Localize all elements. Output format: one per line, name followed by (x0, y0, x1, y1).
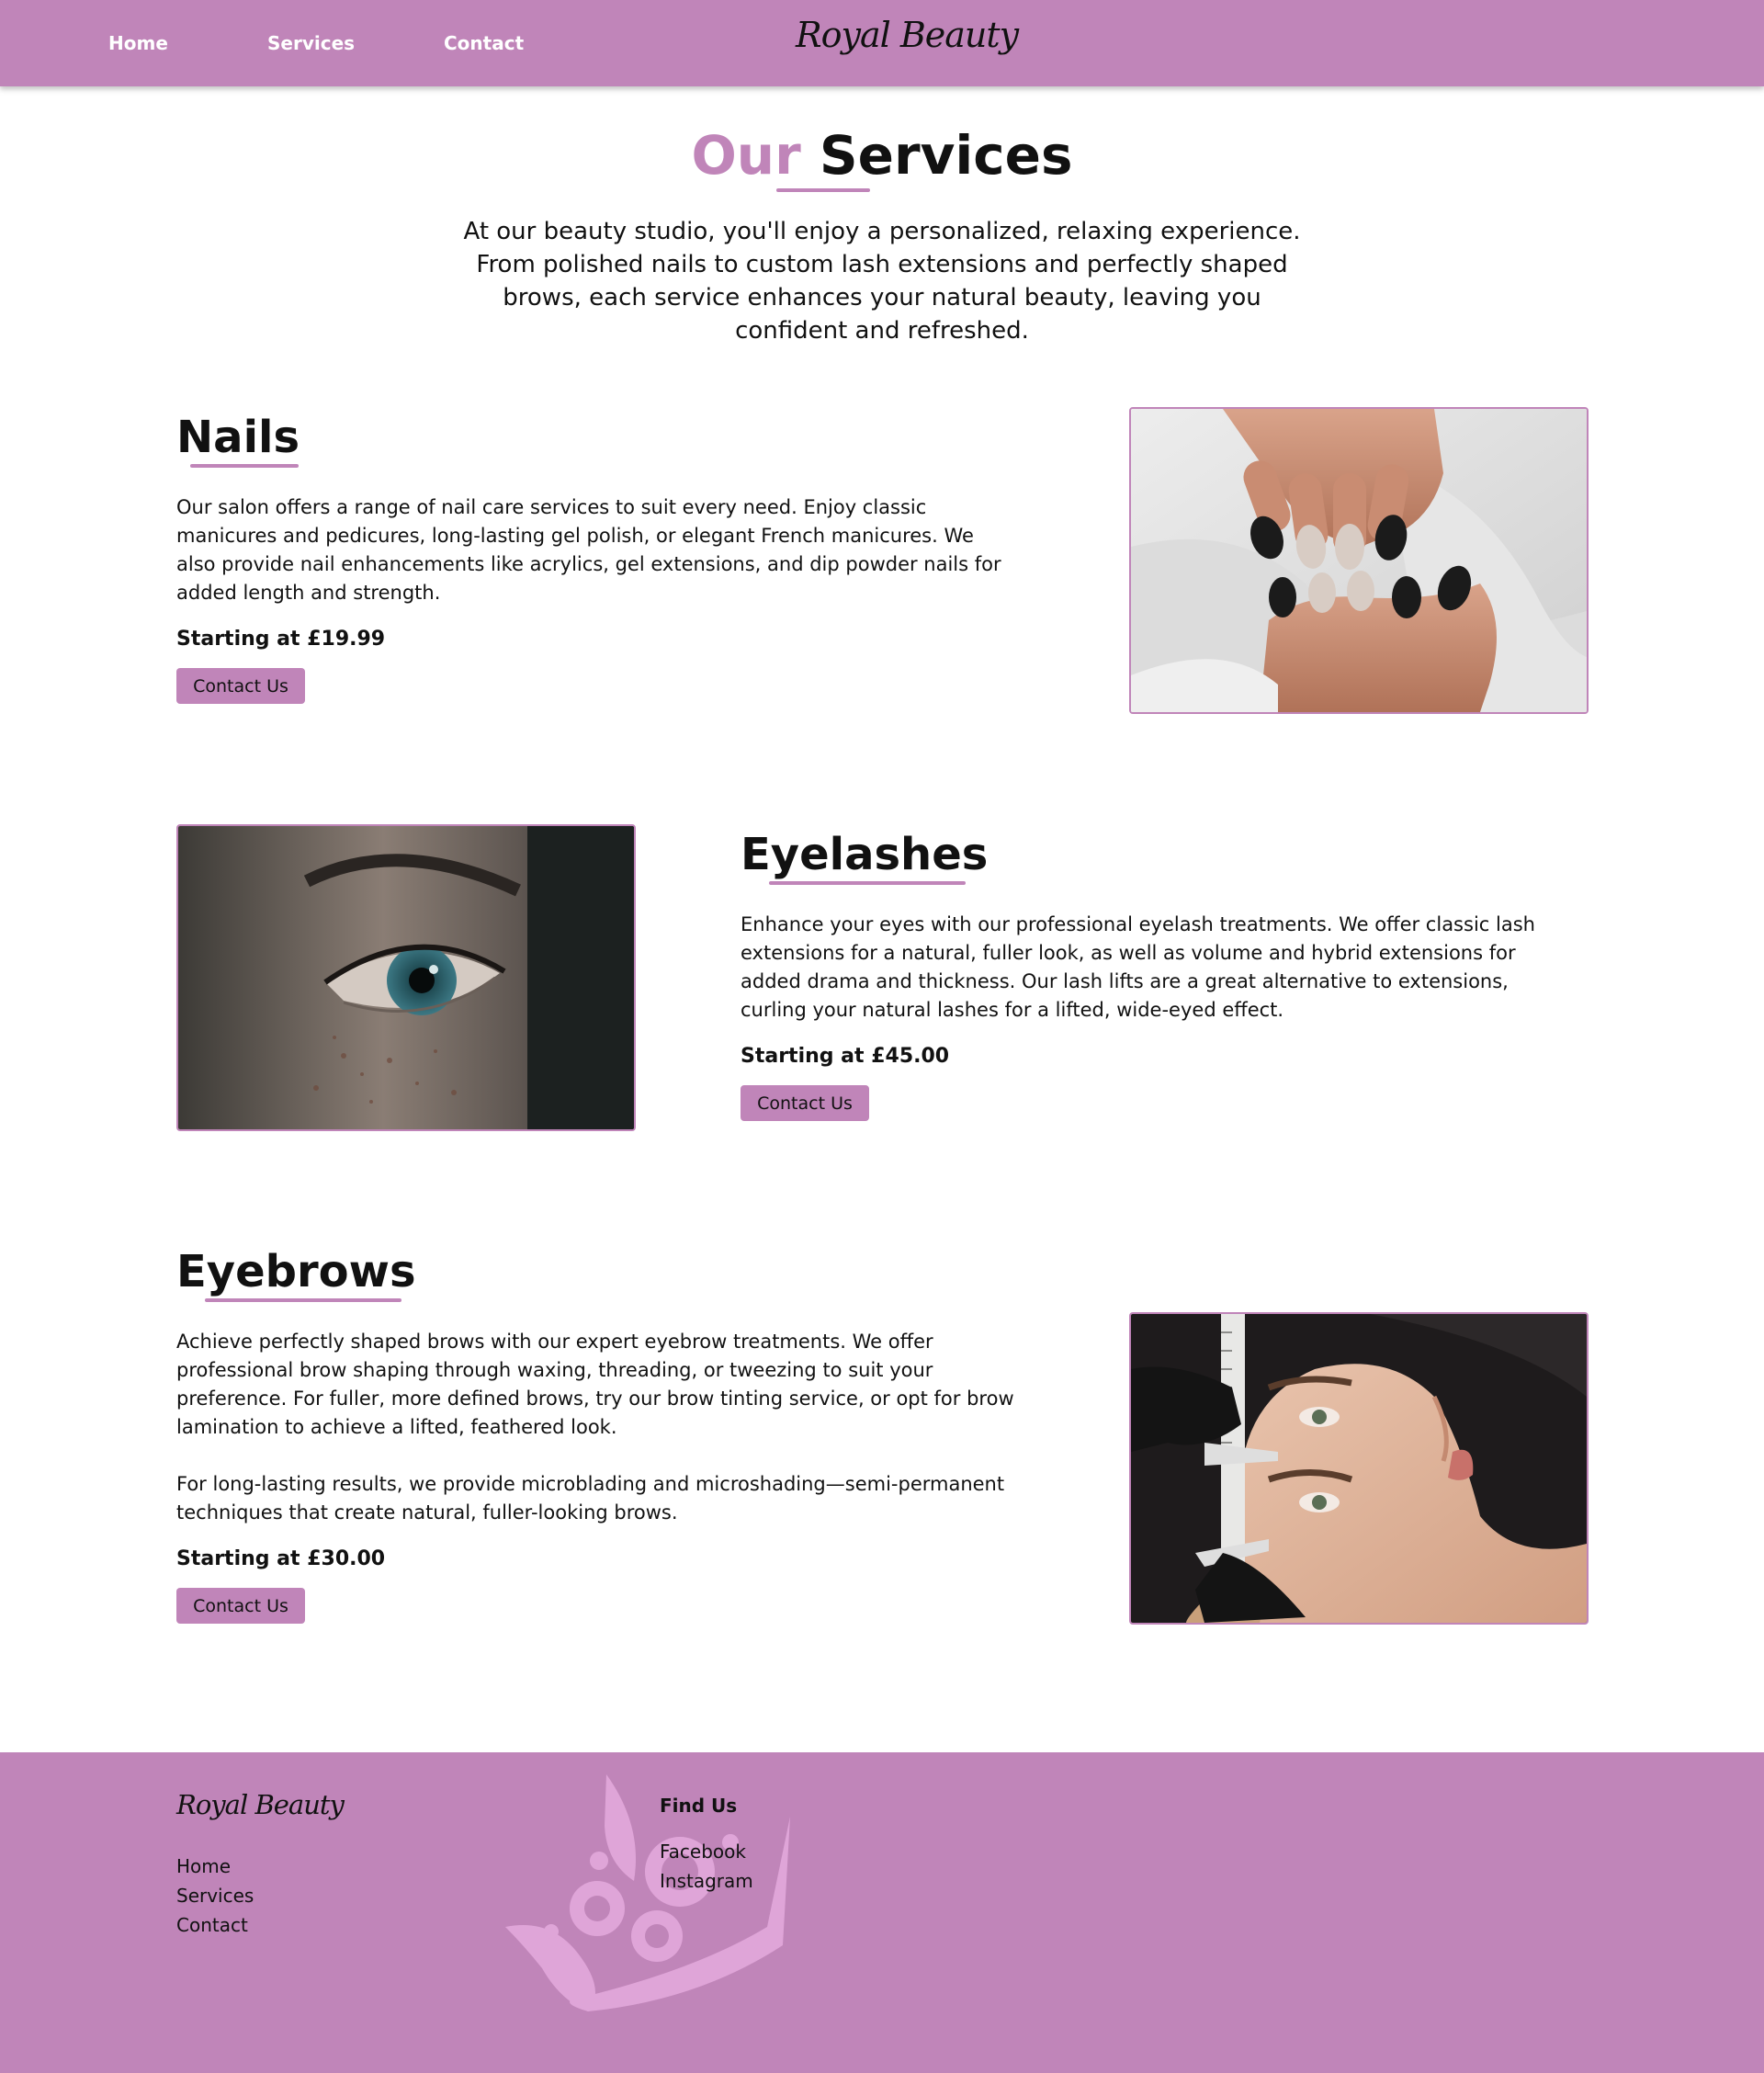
eye-closeup-photo (176, 824, 636, 1131)
contact-us-button-eyebrows[interactable]: Contact Us (176, 1588, 305, 1624)
footer-link-facebook[interactable]: Facebook (660, 1837, 753, 1866)
services-intro-text: At our beauty studio, you'll enjoy a per… (463, 218, 1301, 345)
nav-link-services[interactable]: Services (267, 32, 355, 54)
service-title-eyelashes: Eyelashes (741, 829, 989, 880)
footer-brand-logo[interactable]: Royal Beauty (176, 1789, 345, 1820)
service-title-nails: Nails (176, 412, 300, 463)
find-us-heading: Find Us (660, 1795, 738, 1817)
page-title-main: Services (819, 124, 1073, 187)
page-title-accent: Our (691, 124, 801, 187)
service-description-eyelashes: Enhance your eyes with our professional … (741, 913, 1535, 1021)
service-description-eyebrows: Achieve perfectly shaped brows with our … (176, 1331, 1014, 1438)
page-title: Our Services (0, 123, 1764, 187)
top-navbar: Home Services Contact Royal Beauty (0, 0, 1764, 86)
nav-link-home[interactable]: Home (108, 32, 168, 54)
footer-link-services[interactable]: Services (176, 1881, 254, 1910)
footer-social-links: Facebook Instagram (660, 1837, 753, 1896)
service-description-eyebrows-extra: For long-lasting results, we provide mic… (176, 1473, 1005, 1524)
service-title-underline (190, 464, 299, 468)
service-title-underline (769, 881, 966, 885)
brow-measuring-photo (1129, 1312, 1589, 1625)
contact-us-button-nails[interactable]: Contact Us (176, 668, 305, 704)
crown-icon (505, 1774, 790, 2011)
footer-link-instagram[interactable]: Instagram (660, 1866, 753, 1896)
footer-nav-links: Home Services Contact (176, 1852, 254, 1940)
page-title-underline (776, 188, 870, 192)
service-title-eyebrows: Eyebrows (176, 1246, 416, 1297)
service-price-eyebrows: Starting at £30.00 (176, 1547, 386, 1570)
manicured-hands-photo (1129, 407, 1589, 714)
service-description-nails: Our salon offers a range of nail care se… (176, 496, 1001, 604)
brand-logo[interactable]: Royal Beauty (796, 15, 1019, 55)
service-title-underline (205, 1298, 401, 1302)
nav-link-contact[interactable]: Contact (444, 32, 524, 54)
footer-link-contact[interactable]: Contact (176, 1910, 254, 1940)
site-footer: Royal Beauty Home Services Contact Find … (0, 1752, 1764, 2073)
footer-link-home[interactable]: Home (176, 1852, 254, 1881)
service-price-nails: Starting at £19.99 (176, 628, 386, 651)
service-price-eyelashes: Starting at £45.00 (741, 1045, 950, 1068)
contact-us-button-eyelashes[interactable]: Contact Us (741, 1085, 869, 1121)
